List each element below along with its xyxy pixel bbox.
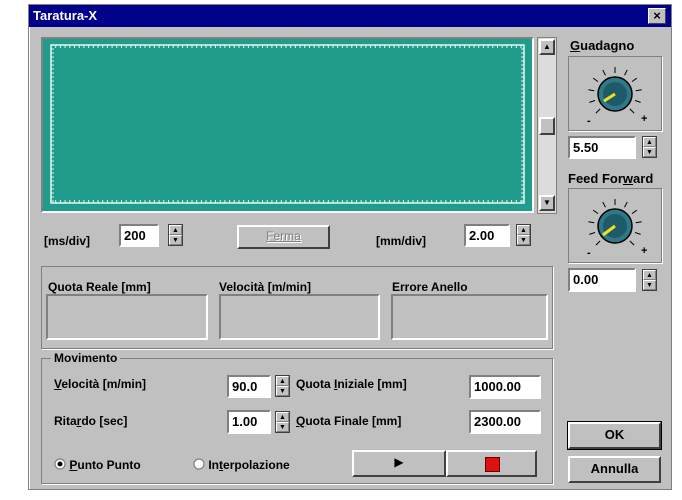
ritardo-label: Ritardo [sec] [54, 414, 128, 428]
errore-anello-display [391, 294, 548, 340]
ok-label: OK [604, 427, 625, 442]
quota-iniziale-input[interactable]: 1000.00 [469, 375, 541, 399]
knob-tick [602, 201, 606, 208]
close-icon: × [653, 8, 661, 23]
mm-div-spinner[interactable]: ▲ ▼ [516, 224, 531, 246]
knob-tick [602, 69, 606, 76]
scroll-up-button[interactable]: ▲ [539, 39, 555, 55]
knob-tick [624, 201, 628, 208]
knob-tick [629, 108, 635, 114]
spin-down-icon[interactable]: ▼ [517, 235, 530, 245]
knob-tick [624, 69, 628, 76]
scroll-up-icon: ▲ [543, 42, 551, 51]
velocita-input[interactable]: 90.0 [227, 375, 271, 398]
feed-forward-plus: + [641, 245, 648, 257]
title-bar: Taratura-X [29, 5, 671, 27]
scroll-thumb[interactable] [539, 117, 555, 135]
radio-interpolazione[interactable]: Interpolazione [193, 458, 290, 472]
spin-down-icon[interactable]: ▼ [169, 235, 182, 245]
feed-forward-knob-frame: - + [568, 188, 662, 263]
velocita-label: Velocità [m/min] [219, 280, 312, 294]
guadagno-plus: + [641, 113, 648, 125]
quota-finale-input[interactable]: 2300.00 [469, 410, 541, 434]
velocita-field-label: Velocità [m/min] [54, 377, 147, 391]
scroll-down-button[interactable]: ▼ [539, 195, 555, 211]
radio-selected-icon [54, 458, 66, 470]
quota-reale-label: Quota Reale [mm] [48, 280, 151, 294]
feed-forward-spinner[interactable]: ▲ ▼ [642, 269, 657, 291]
ok-button[interactable]: OK [567, 421, 662, 450]
movimento-title: Movimento [51, 351, 121, 365]
scope-scrollbar[interactable]: ▲ ▼ [537, 37, 557, 214]
knob-tick [595, 240, 601, 246]
knob-tick [589, 232, 596, 235]
knob-tick [635, 89, 642, 92]
mm-div-label: [mm/div] [376, 234, 427, 248]
spin-down-icon[interactable]: ▼ [276, 422, 289, 432]
knob-tick [595, 108, 601, 114]
ms-div-input[interactable]: 200 [119, 224, 159, 247]
play-button[interactable]: ▶ [352, 450, 446, 477]
ms-div-spinner[interactable]: ▲ ▼ [168, 224, 183, 246]
quota-iniziale-label: Quota Iniziale [mm] [296, 377, 407, 391]
velocita-spinner[interactable]: ▲ ▼ [275, 375, 290, 397]
stop-scope-label: Ferma [266, 229, 301, 243]
knob-tick [631, 77, 638, 83]
knob-tick [635, 221, 642, 224]
ritardo-input[interactable]: 1.00 [227, 410, 271, 434]
mm-div-input[interactable]: 2.00 [464, 224, 510, 247]
spin-down-icon[interactable]: ▼ [643, 147, 656, 157]
close-button[interactable]: × [648, 8, 666, 24]
guadagno-knob-frame: - + [568, 56, 662, 131]
scope-frame [41, 37, 534, 213]
errore-anello-label: Errore Anello [392, 280, 468, 294]
quota-finale-label: Quota Finale [mm] [296, 414, 402, 428]
spin-up-icon[interactable]: ▲ [276, 376, 289, 386]
knob-tick [592, 77, 599, 83]
guadagno-minus: - [587, 115, 591, 127]
guadagno-spinner[interactable]: ▲ ▼ [642, 136, 657, 158]
velocita-display [219, 294, 380, 340]
quota-reale-display [46, 294, 208, 340]
scope-screen [50, 44, 525, 204]
stop-scope-button[interactable]: Ferma [237, 225, 330, 249]
knob-tick [588, 221, 595, 224]
stop-icon [485, 457, 500, 472]
annulla-label: Annulla [590, 461, 639, 476]
knob-tick [634, 232, 641, 235]
scroll-down-icon: ▼ [543, 198, 551, 207]
radio-unselected-icon [193, 458, 205, 470]
radio-punto-punto[interactable]: Punto Punto [54, 458, 141, 472]
knob-tick [629, 240, 635, 246]
knob-tick [631, 209, 638, 215]
play-icon: ▶ [394, 455, 404, 469]
feed-forward-minus: - [587, 247, 591, 259]
knob-tick [589, 100, 596, 103]
ritardo-spinner[interactable]: ▲ ▼ [275, 411, 290, 433]
feed-forward-input[interactable]: 0.00 [568, 268, 636, 292]
spin-up-icon[interactable]: ▲ [169, 225, 182, 235]
feed-forward-label: Feed Forward [568, 171, 654, 186]
spin-up-icon[interactable]: ▲ [643, 270, 656, 280]
annulla-button[interactable]: Annulla [568, 456, 661, 483]
knob-tick [588, 89, 595, 92]
stop-button[interactable] [446, 450, 537, 477]
spin-up-icon[interactable]: ▲ [276, 412, 289, 422]
spin-down-icon[interactable]: ▼ [643, 280, 656, 290]
guadagno-label: Guadagno [570, 38, 635, 53]
spin-up-icon[interactable]: ▲ [517, 225, 530, 235]
guadagno-input[interactable]: 5.50 [568, 136, 636, 159]
knob-tick [592, 209, 599, 215]
ms-div-label: [ms/div] [44, 234, 91, 248]
window-title: Taratura-X [33, 8, 98, 23]
spin-up-icon[interactable]: ▲ [643, 137, 656, 147]
knob-tick [634, 100, 641, 103]
spin-down-icon[interactable]: ▼ [276, 386, 289, 396]
